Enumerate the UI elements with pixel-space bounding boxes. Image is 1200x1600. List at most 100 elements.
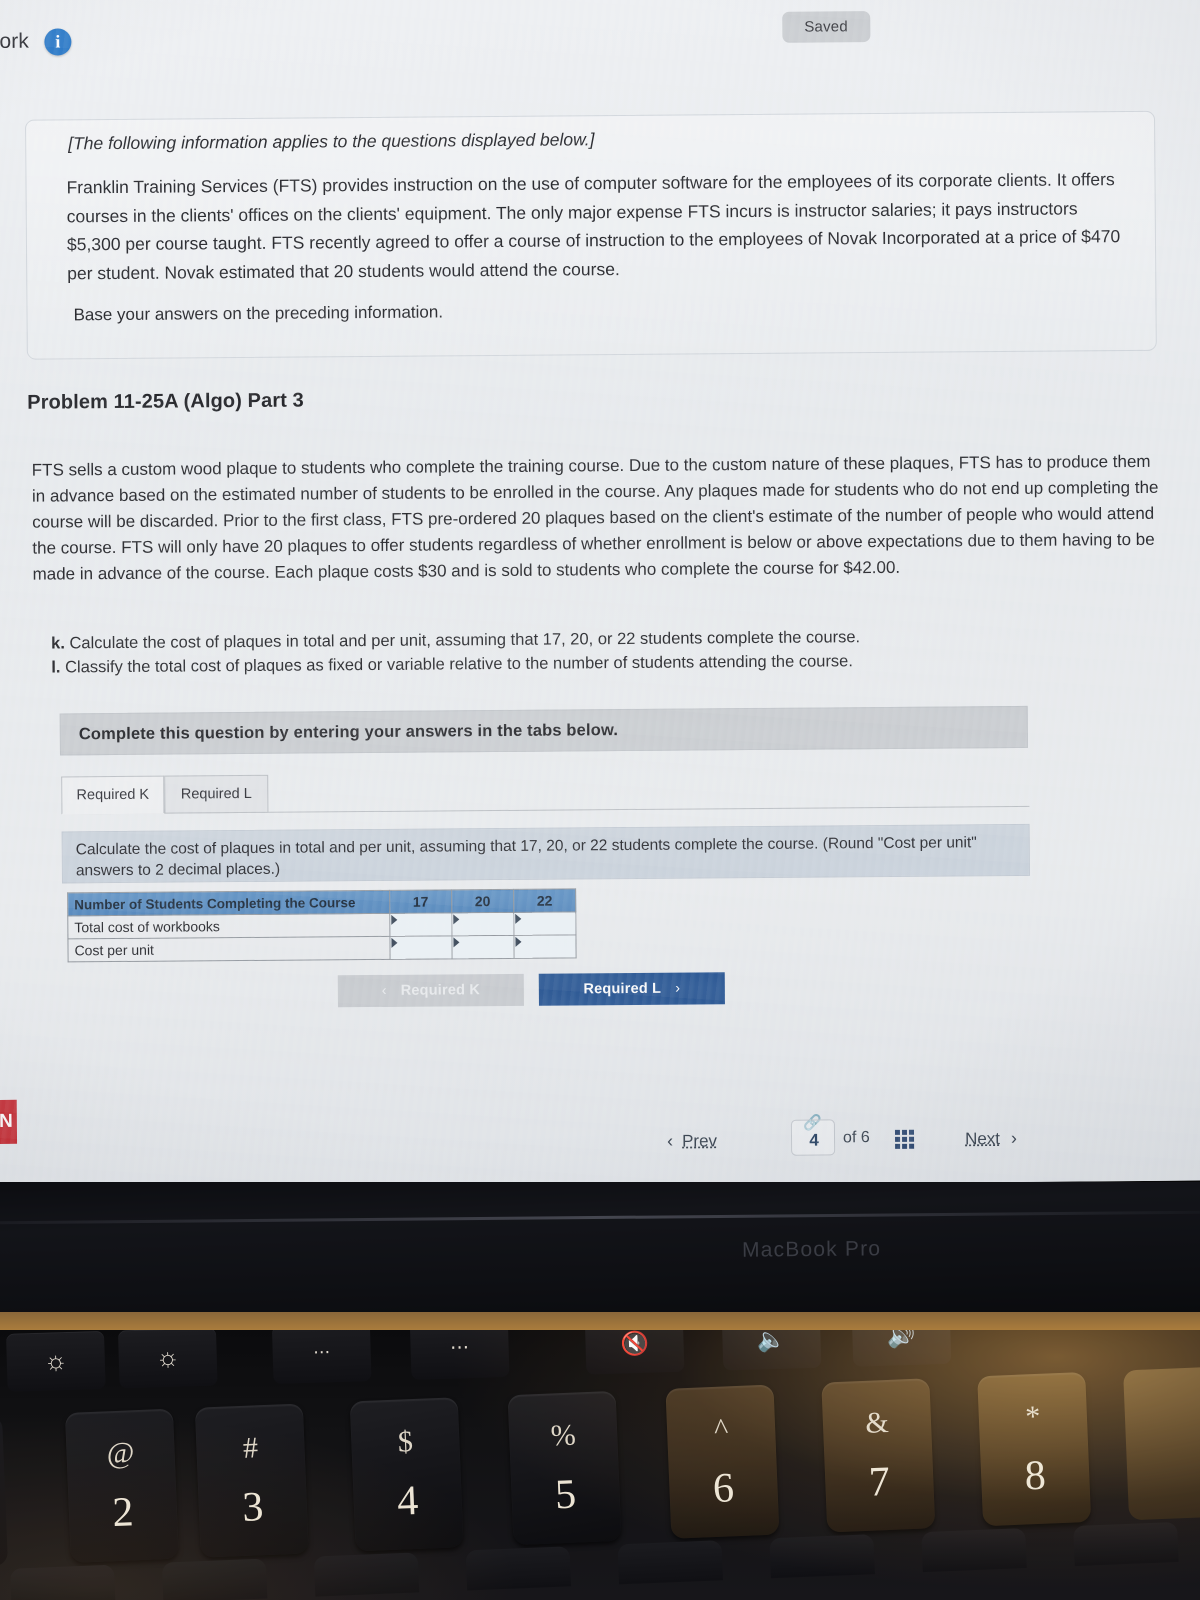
page-header: ework i Saved (0, 0, 1200, 56)
key-partial-left[interactable] (0, 1415, 9, 1570)
key-5-upper: % (550, 1418, 577, 1453)
pager-total-label: of 6 (842, 1129, 870, 1147)
brightness-down-icon: ☼ (43, 1345, 69, 1376)
question-pager: ‹ Prev 🔗 4 of 6 Next › (0, 1114, 1200, 1176)
tab-instruction-bar: Calculate the cost of plaques in total a… (61, 823, 1030, 884)
key-2-lower: 2 (111, 1489, 135, 1537)
pager-page-input[interactable]: 4 (790, 1119, 836, 1156)
next-required-button[interactable]: Required L › (538, 972, 725, 1006)
mute-icon: 🔇 (619, 1330, 650, 1357)
side-notification-badge[interactable]: N (0, 1099, 18, 1145)
key-3[interactable]: # 3 (194, 1403, 309, 1558)
sub-question-l-letter: l. (51, 658, 61, 677)
fn-key-brightness-down[interactable]: ☼ (5, 1330, 106, 1392)
fn-key-brightness-up[interactable]: ☼ (117, 1330, 218, 1389)
input-total-cost-17[interactable] (389, 912, 452, 937)
volume-down-icon: 🔈 (756, 1330, 787, 1353)
tab-required-l[interactable]: Required L (164, 774, 269, 814)
hinge-line (0, 1210, 1200, 1225)
prev-required-label: Required K (400, 982, 481, 999)
key-row-below-7[interactable] (921, 1528, 1027, 1573)
fn-key-volume-up[interactable]: 🔊 (851, 1330, 952, 1367)
key-row-below-5[interactable] (617, 1540, 724, 1585)
key-6[interactable]: ^ 6 (665, 1384, 780, 1539)
status-badge: Saved (782, 11, 870, 43)
fn-key-backlight-up[interactable]: ⋯ (409, 1330, 510, 1380)
pager-prev-button[interactable]: ‹ Prev (667, 1130, 717, 1151)
grid-view-icon[interactable] (894, 1129, 915, 1149)
key-3-lower: 3 (241, 1484, 265, 1531)
keyboard-backlight-down-icon: ⋯ (312, 1342, 331, 1362)
input-cost-per-unit-20[interactable] (451, 935, 515, 959)
shared-info-body: Franklin Training Services (FTS) provide… (66, 169, 1121, 283)
prev-required-button[interactable]: ‹ Required K (337, 973, 524, 1008)
laptop-bezel: MacBook Pro (0, 1182, 1200, 1312)
brightness-up-icon: ☼ (155, 1341, 181, 1373)
row-label-cost-per-unit: Cost per unit (67, 936, 391, 962)
key-8-lower: 8 (1023, 1452, 1047, 1500)
key-partial-right[interactable] (1123, 1366, 1200, 1521)
key-8-upper: * (1024, 1399, 1042, 1434)
key-7-upper: & (864, 1405, 890, 1440)
key-4[interactable]: $ 4 (349, 1397, 464, 1552)
row-label-total-cost: Total cost of workbooks (67, 913, 390, 939)
page-title: Problem 11-25A (Algo) Part 3 (27, 389, 304, 414)
pager-prev-label: Prev (681, 1131, 718, 1151)
key-2-upper: @ (106, 1436, 136, 1471)
table-column-20: 20 (451, 889, 514, 913)
key-6-lower: 6 (712, 1465, 735, 1513)
key-8[interactable]: * 8 (977, 1372, 1092, 1527)
pager-next-label: Next (964, 1129, 1001, 1149)
laptop-model-label: MacBook Pro (741, 1237, 882, 1262)
sub-question-k-letter: k. (51, 634, 65, 653)
fn-key-volume-down[interactable]: 🔈 (721, 1330, 822, 1371)
key-row-below-3[interactable] (313, 1552, 420, 1597)
complete-question-text: Complete this question by entering your … (78, 721, 619, 744)
tab-required-k[interactable]: Required K (61, 775, 165, 815)
laptop-screen: ework i Saved [The following information… (0, 0, 1200, 1190)
table-column-17: 17 (389, 889, 452, 914)
shared-info-note: [The following information applies to th… (68, 129, 595, 154)
key-5[interactable]: % 5 (507, 1390, 622, 1546)
shared-information-panel: [The following information applies to th… (25, 110, 1157, 360)
assignment-title: ework (0, 29, 30, 54)
key-3-upper: # (242, 1431, 259, 1465)
key-7-lower: 7 (867, 1458, 891, 1506)
fn-key-mute[interactable]: 🔇 (584, 1330, 685, 1375)
chevron-right-icon: › (1010, 1127, 1018, 1149)
input-cost-per-unit-17[interactable] (389, 935, 453, 960)
complete-question-bar: Complete this question by entering your … (59, 705, 1028, 756)
key-row-below-2[interactable] (161, 1558, 268, 1600)
fn-key-backlight-down[interactable]: ⋯ (271, 1330, 372, 1384)
required-tabs: Required K Required L (61, 769, 1030, 815)
key-4-lower: 4 (396, 1477, 420, 1525)
pager-next-button[interactable]: Next › (965, 1128, 1017, 1149)
table-row: Cost per unit (67, 934, 577, 962)
key-5-lower: 5 (554, 1471, 578, 1519)
keyboard-backlight-up-icon: ⋯ (449, 1337, 470, 1359)
sub-questions: k. Calculate the cost of plaques in tota… (51, 623, 1111, 679)
key-row-below-4[interactable] (465, 1546, 572, 1591)
key-7[interactable]: & 7 (821, 1378, 936, 1533)
sub-question-l-text: Classify the total cost of plaques as fi… (65, 652, 853, 677)
chevron-left-icon: ‹ (666, 1130, 674, 1151)
info-circle-icon[interactable]: i (44, 28, 72, 56)
key-2[interactable]: @ 2 (64, 1408, 179, 1563)
browser-page: ework i Saved [The following information… (0, 0, 1200, 1190)
input-total-cost-20[interactable] (451, 912, 514, 936)
key-row-below-8[interactable] (1073, 1521, 1179, 1567)
key-row-below-6[interactable] (769, 1534, 875, 1579)
input-cost-per-unit-22[interactable] (513, 934, 577, 959)
key-4-upper: $ (397, 1425, 414, 1459)
chevron-left-icon: ‹ (381, 982, 387, 999)
answer-table: Number of Students Completing the Course… (67, 888, 577, 962)
key-6-upper: ^ (713, 1412, 729, 1446)
table-row-header-label: Number of Students Completing the Course (67, 890, 390, 916)
chevron-right-icon: › (675, 980, 681, 997)
laptop-keyboard: ☼ ☼ ⋯ ⋯ 🔇 🔈 🔊 @ 2 # 3 $ 4 % 5 ^ 6 & 7 * … (0, 1330, 1200, 1600)
sub-question-k-text: Calculate the cost of plaques in total a… (69, 628, 861, 653)
key-row-below-1[interactable] (9, 1564, 116, 1600)
input-total-cost-22[interactable] (513, 911, 576, 936)
volume-up-icon: 🔊 (886, 1330, 917, 1349)
problem-body: FTS sells a custom wood plaque to studen… (31, 451, 1159, 584)
